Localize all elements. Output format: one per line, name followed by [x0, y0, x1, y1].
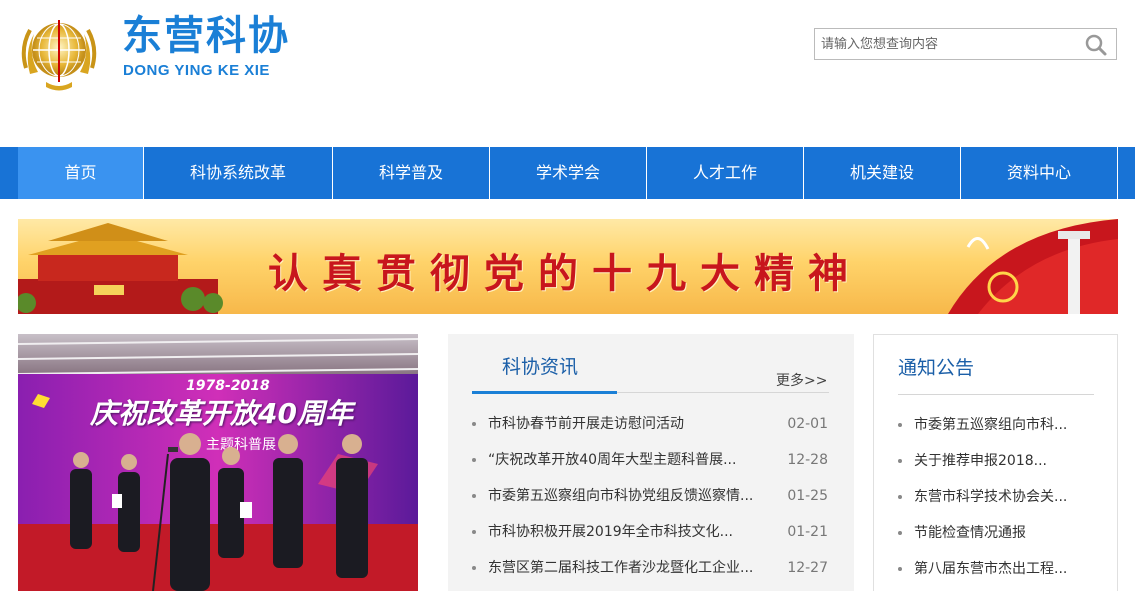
notice-list: 市委第五巡察组向市科... 关于推荐申报2018... 东营市科学技术协会关..… — [898, 407, 1098, 587]
news-item-title[interactable]: 市委第五巡察组向市科协党组反馈巡察情... — [488, 478, 773, 514]
notice-divider — [898, 394, 1094, 395]
nav-item-talent[interactable]: 人才工作 — [647, 147, 804, 199]
nav-item-reform[interactable]: 科协系统改革 — [144, 147, 333, 199]
bullet-icon — [898, 495, 902, 499]
news-list-item[interactable]: 东营区第二届科技工作者沙龙暨化工企业... 12-27 — [472, 550, 832, 586]
promo-banner[interactable]: 认真贯彻党的十九大精神 — [18, 219, 1118, 314]
notice-section-title[interactable]: 通知公告 — [898, 353, 974, 380]
bullet-icon — [472, 458, 476, 462]
nav-item-science[interactable]: 科学普及 — [333, 147, 490, 199]
nav-item-organ[interactable]: 机关建设 — [804, 147, 961, 199]
news-list-item[interactable]: 市科协春节前开展走访慰问活动 02-01 — [472, 406, 832, 442]
bullet-icon — [898, 459, 902, 463]
notice-list-item[interactable]: 节能检查情况通报 — [898, 515, 1098, 551]
notice-item-title[interactable]: 东营市科学技术协会关... — [914, 479, 1094, 515]
news-more-link[interactable]: 更多>> — [776, 370, 827, 390]
bullet-icon — [472, 530, 476, 534]
nav-item-home[interactable]: 首页 — [18, 147, 144, 199]
notice-list-item[interactable]: 关于推荐申报2018... — [898, 443, 1098, 479]
nav-item-resources[interactable]: 资料中心 — [961, 147, 1118, 199]
notice-list-item[interactable]: 第八届东营市杰出工程... — [898, 551, 1098, 587]
main-nav: 首页 科协系统改革 科学普及 学术学会 人才工作 机关建设 资料中心 — [0, 147, 1135, 199]
news-item-date: 01-21 — [787, 524, 828, 540]
bullet-icon — [898, 423, 902, 427]
notice-list-item[interactable]: 东营市科学技术协会关... — [898, 479, 1098, 515]
kexie-logo-icon[interactable] — [18, 12, 100, 94]
news-item-title[interactable]: 市科协春节前开展走访慰问活动 — [488, 406, 773, 442]
featured-photo[interactable]: 1978-2018 庆祝改革开放40周年 主题科普展 — [18, 334, 418, 591]
bullet-icon — [472, 566, 476, 570]
notice-item-title[interactable]: 关于推荐申报2018... — [914, 443, 1094, 479]
search-icon[interactable] — [1084, 33, 1108, 57]
news-item-date: 12-28 — [787, 452, 828, 468]
search-input[interactable] — [815, 29, 1075, 59]
news-panel: 科协资讯 更多>> 市科协春节前开展走访慰问活动 02-01 “庆祝改革开放40周… — [448, 334, 854, 591]
notice-item-title[interactable]: 节能检查情况通报 — [914, 515, 1094, 551]
news-list-item[interactable]: 市委第五巡察组向市科协党组反馈巡察情... 01-25 — [472, 478, 832, 514]
bullet-icon — [472, 422, 476, 426]
site-subtitle: DONG YING KE XIE — [123, 62, 270, 79]
news-list-item[interactable]: “庆祝改革开放40周年大型主题科普展... 12-28 — [472, 442, 832, 478]
notice-item-title[interactable]: 第八届东营市杰出工程... — [914, 551, 1094, 587]
banner-slogan: 认真贯彻党的十九大精神 — [268, 250, 862, 297]
event-people-image — [70, 433, 368, 591]
news-tab-underline — [472, 391, 617, 394]
site-header: 东营科协 DONG YING KE XIE — [0, 0, 1135, 147]
news-item-date: 02-01 — [787, 416, 828, 432]
news-item-title[interactable]: 市科协积极开展2019年全市科技文化... — [488, 514, 773, 550]
news-item-title[interactable]: 东营区第二届科技工作者沙龙暨化工企业... — [488, 550, 773, 586]
bullet-icon — [898, 531, 902, 535]
news-item-title[interactable]: “庆祝改革开放40周年大型主题科普展... — [488, 442, 773, 478]
notice-item-title[interactable]: 市委第五巡察组向市科... — [914, 407, 1094, 443]
news-item-date: 12-27 — [787, 560, 828, 576]
news-list: 市科协春节前开展走访慰问活动 02-01 “庆祝改革开放40周年大型主题科普展..… — [472, 406, 832, 586]
news-list-item[interactable]: 市科协积极开展2019年全市科技文化... 01-21 — [472, 514, 832, 550]
bullet-icon — [472, 494, 476, 498]
nav-item-academic[interactable]: 学术学会 — [490, 147, 647, 199]
bullet-icon — [898, 567, 902, 571]
site-title[interactable]: 东营科协 — [122, 8, 290, 64]
notice-panel: 通知公告 市委第五巡察组向市科... 关于推荐申报2018... 东营市科学技术… — [873, 334, 1118, 591]
notice-list-item[interactable]: 市委第五巡察组向市科... — [898, 407, 1098, 443]
news-item-date: 01-25 — [787, 488, 828, 504]
search-box — [814, 28, 1117, 60]
news-section-title[interactable]: 科协资讯 — [502, 352, 578, 379]
